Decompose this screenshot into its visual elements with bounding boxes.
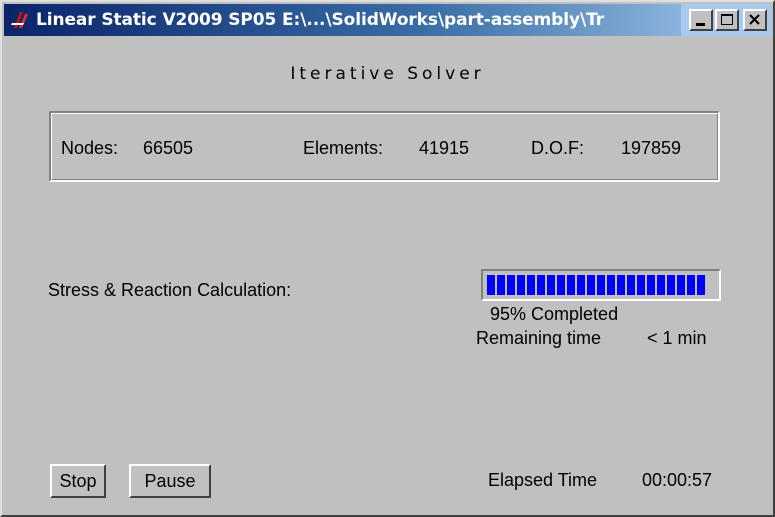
dof-label: D.O.F:	[531, 138, 584, 158]
progress-segment	[537, 275, 545, 295]
progress-segment	[487, 275, 495, 295]
progress-segment	[607, 275, 615, 295]
progress-segment	[647, 275, 655, 295]
solver-window: Linear Static V2009 SP05 E:\...\SolidWor…	[0, 0, 775, 517]
progress-segment	[627, 275, 635, 295]
progress-segment	[517, 275, 525, 295]
progress-segment	[677, 275, 685, 295]
window-controls	[681, 4, 767, 36]
title-bar[interactable]: Linear Static V2009 SP05 E:\...\SolidWor…	[4, 4, 771, 36]
solidworks-icon	[11, 12, 28, 28]
completed-text: 95% Completed	[490, 304, 619, 324]
remaining-value: < 1 min	[647, 328, 707, 348]
progress-fill	[487, 275, 705, 295]
elements-value: 41915	[419, 138, 470, 158]
dof-value: 197859	[621, 138, 682, 158]
close-icon	[749, 14, 760, 25]
progress-segment	[587, 275, 595, 295]
progress-segment	[497, 275, 505, 295]
minimize-button[interactable]	[689, 9, 713, 31]
window-title: Linear Static V2009 SP05 E:\...\SolidWor…	[36, 10, 604, 30]
task-label: Stress & Reaction Calculation:	[48, 280, 292, 300]
elapsed-label: Elapsed Time	[488, 470, 598, 490]
maximize-icon	[721, 14, 733, 25]
nodes-value: 66505	[143, 138, 194, 158]
progress-segment	[697, 275, 705, 295]
progress-segment	[637, 275, 645, 295]
progress-segment	[577, 275, 585, 295]
progress-segment	[617, 275, 625, 295]
minimize-icon	[696, 23, 705, 26]
progress-segment	[667, 275, 675, 295]
close-button[interactable]	[743, 9, 767, 31]
model-stats-panel: Nodes: 66505 Elements: 41915 D.O.F: 1978…	[49, 111, 720, 182]
stop-button[interactable]: Stop	[50, 464, 106, 498]
progress-segment	[557, 275, 565, 295]
progress-bar	[481, 269, 721, 301]
solver-heading: Iterative Solver	[290, 64, 485, 84]
progress-segment	[527, 275, 535, 295]
pause-button[interactable]: Pause	[129, 464, 211, 498]
progress-segment	[657, 275, 665, 295]
progress-segment	[687, 275, 695, 295]
remaining-label: Remaining time	[476, 328, 602, 348]
progress-segment	[547, 275, 555, 295]
progress-segment	[567, 275, 575, 295]
maximize-button[interactable]	[715, 9, 739, 31]
elapsed-value: 00:00:57	[642, 470, 713, 490]
progress-segment	[507, 275, 515, 295]
nodes-label: Nodes:	[61, 138, 119, 158]
progress-segment	[597, 275, 605, 295]
elements-label: Elements:	[303, 138, 384, 158]
